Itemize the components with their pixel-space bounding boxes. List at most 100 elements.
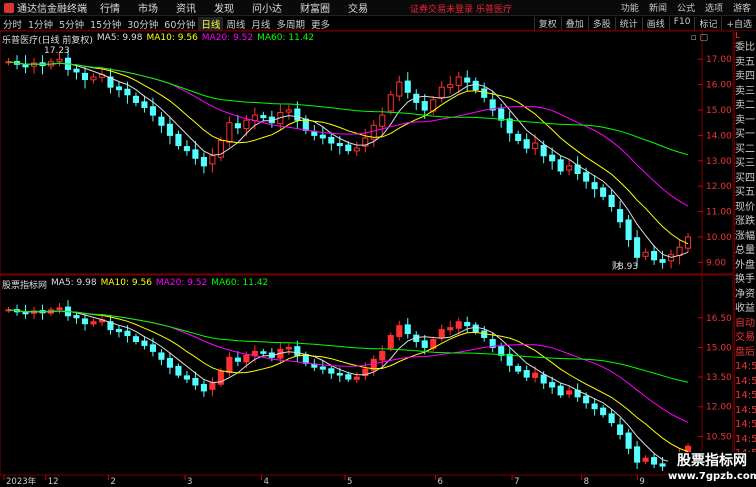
- price-axis-label: 17.00: [706, 55, 732, 65]
- candle-body: [583, 172, 590, 182]
- sub-candle-body: [328, 368, 335, 374]
- side-item: 买五: [735, 187, 755, 198]
- date-label: 3: [187, 477, 192, 487]
- price-axis-label: 11.00: [706, 208, 732, 218]
- sub-candle-body: [302, 354, 309, 364]
- side-item[interactable]: 14:5: [735, 404, 756, 419]
- sub-candle-body: [532, 372, 539, 378]
- side-item[interactable]: 自动: [735, 317, 756, 332]
- candle-body: [447, 84, 454, 88]
- sub-candle-body: [549, 382, 556, 388]
- candle-body: [141, 101, 148, 108]
- candle-body: [523, 139, 530, 149]
- candle-body: [421, 101, 428, 111]
- side-item[interactable]: 交易: [735, 331, 756, 346]
- candle-body: [506, 118, 513, 134]
- side-item: 买二: [735, 143, 755, 155]
- candle-body: [336, 143, 343, 147]
- sub-candle-body: [132, 336, 140, 342]
- main-panel-frame: [0, 30, 734, 275]
- candle-body: [557, 159, 564, 172]
- price-axis-label: 12.00: [706, 182, 732, 192]
- ma10-value: MA10: 9.56: [146, 33, 198, 43]
- candle-body: [56, 58, 63, 62]
- candle-body: [209, 155, 216, 165]
- date-label: 4: [264, 477, 269, 487]
- high-label: 17.23: [44, 46, 70, 56]
- sub-candle-body: [404, 324, 411, 335]
- side-item: 涨跌: [735, 216, 755, 227]
- candle-body: [234, 123, 241, 129]
- sub-candle-body: [651, 457, 658, 465]
- candle-body: [472, 80, 479, 91]
- sub-candle-body: [396, 325, 403, 338]
- sub-candle-body: [659, 463, 666, 467]
- sub-candle-body: [81, 318, 89, 325]
- watermark: 股票指标网 www.7gpzb.com: [668, 452, 756, 487]
- sub-candle-body: [617, 424, 624, 435]
- stock-name: 乐普医疗(日线 前复权): [2, 36, 93, 46]
- candle-body: [73, 68, 80, 73]
- side-item: 买一: [735, 129, 755, 140]
- sub-candle-body: [319, 366, 326, 370]
- candle-body: [591, 182, 598, 190]
- sub-candle-body: [591, 403, 598, 410]
- side-item: 卖四: [735, 71, 755, 82]
- side-item: 卖一: [735, 114, 755, 126]
- price-axis-label: 9.00: [706, 258, 726, 268]
- sub-candle-body: [506, 353, 513, 366]
- price-axis-label: 13.00: [706, 157, 732, 167]
- side-header: L: [735, 32, 741, 41]
- sub-candle-body: [260, 351, 267, 354]
- candle-body: [353, 147, 360, 152]
- sub-candle-body: [438, 329, 445, 339]
- sub-candle-body: [540, 374, 547, 384]
- window-controls-icon[interactable]: ▫ ▢: [691, 33, 708, 43]
- sub-legend: 股票指标网 MA5: 9.98 MA10: 9.56 MA20: 9.52 MA…: [2, 278, 268, 291]
- side-item[interactable]: 14:5: [735, 375, 756, 390]
- sub-candle-body: [387, 335, 394, 349]
- side-item[interactable]: 14:5: [735, 433, 756, 448]
- date-label: 2023年: [6, 476, 37, 487]
- side-item: 收益: [735, 303, 755, 314]
- candle-body: [464, 77, 471, 83]
- sub-candle-body: [472, 324, 479, 333]
- date-label: 8: [584, 477, 589, 487]
- side-item: 卖三: [735, 85, 755, 97]
- candle-body: [625, 219, 632, 241]
- candle-body: [438, 86, 445, 98]
- candle-body: [115, 86, 123, 91]
- ma20-value: MA20: 9.52: [201, 33, 254, 43]
- side-item: 现价: [735, 201, 755, 213]
- candle-body: [634, 237, 641, 258]
- sub-ma5-value: MA5: 9.98: [51, 278, 97, 288]
- sub-ma10-value: MA10: 9.56: [100, 278, 152, 288]
- candle-body: [294, 108, 301, 121]
- side-item: 买四: [735, 172, 755, 184]
- price-axis-label: 15.00: [706, 106, 732, 116]
- candle-body: [302, 118, 309, 131]
- candle-body: [515, 133, 522, 141]
- side-item[interactable]: 14:5: [735, 389, 756, 404]
- side-item[interactable]: 14:5: [735, 418, 756, 433]
- side-item[interactable]: 14:5: [735, 360, 756, 375]
- side-item[interactable]: 盘后: [735, 346, 756, 361]
- price-axis-label: 14.00: [706, 131, 732, 141]
- date-label: 7: [514, 477, 519, 487]
- sub-candle-body: [73, 315, 80, 319]
- sub-candle-body: [166, 357, 173, 368]
- side-item: 外盘: [735, 259, 755, 271]
- sub-candle-body: [464, 321, 471, 327]
- ma5-value: MA5: 9.98: [96, 33, 143, 43]
- app-window: 通达信金融终端 行情 市场 资讯 发现 问小达 财富圈 交易 证券交易未登录 乐普医疗 功能…: [0, 0, 756, 487]
- candle-body: [600, 187, 607, 197]
- sub-candle-body: [642, 457, 649, 462]
- sub-candle-body: [149, 344, 156, 352]
- sub-candle-body: [379, 350, 386, 361]
- candle-body: [124, 88, 131, 96]
- kline-chart[interactable]: 17.00 16.00 15.00 14.00 13.00 12.00 11.00 10.00…: [0, 0, 734, 487]
- sub-candle-body: [200, 383, 207, 392]
- sub-ma20-value: MA20: 9.52: [155, 278, 208, 288]
- sub-candle-body: [115, 328, 123, 333]
- candle-body: [566, 165, 573, 171]
